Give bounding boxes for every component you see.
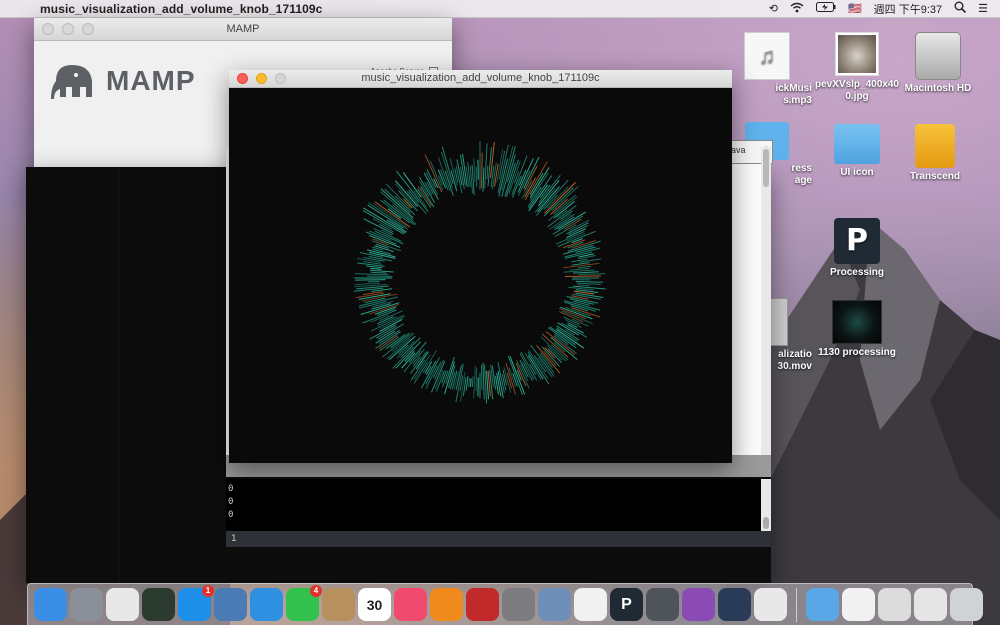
itunes-icon[interactable] [394,588,427,621]
desktop-icon-label: 1130 processing [818,347,896,358]
console-line: 0 [228,484,234,494]
mamp-logo: MAMP [50,61,196,101]
menu-bar-extras: ⟲ 🇺🇸 週四 下午9:37 ☰ [769,1,1000,17]
zoom-button[interactable] [275,73,286,84]
console-scrollbar-thumb[interactable] [763,517,769,529]
github-icon[interactable] [682,588,715,621]
desktop-icon-label: pevXVslp_400x40 0.jpg [815,79,899,102]
folder-icon [834,124,880,164]
notification-badge: 1 [202,585,214,597]
window-controls [237,73,286,84]
window-title: music_visualization_add_volume_knob_1711… [361,72,600,84]
window-title: MAMP [226,23,260,35]
contacts-icon[interactable] [322,588,355,621]
mamp-elephant-icon [51,65,92,99]
battery-icon[interactable] [815,2,836,15]
zoom-button[interactable] [82,23,94,35]
photo-booth-icon[interactable] [466,588,499,621]
minimize-button[interactable] [256,73,267,84]
music-file-icon: ♫ [744,32,790,80]
active-app-name[interactable]: music_visualization_add_volume_knob_1711… [40,2,322,16]
menu-bar: music_visualization_add_volume_knob_1711… [0,0,1000,18]
rocket-icon[interactable] [70,588,103,621]
image-file-icon [835,32,879,76]
desktop-icon-label: Macintosh HD [904,83,972,94]
input-source-flag-icon[interactable]: 🇺🇸 [848,2,862,15]
desktop-icon-label: Transcend [909,171,961,182]
dashboard-icon[interactable] [142,588,175,621]
preview-icon[interactable] [538,588,571,621]
sketch-window: music_visualization_add_volume_knob_1711… [229,70,732,463]
spotlight-search-icon[interactable] [954,1,967,16]
console-line: 0 [228,497,234,507]
ibooks-icon[interactable] [430,588,463,621]
close-button[interactable] [237,73,248,84]
status-bar: 1 [226,531,771,547]
sketch-title-bar[interactable]: music_visualization_add_volume_knob_1711… [229,70,732,88]
editor-scrollbar[interactable] [761,147,771,465]
desktop-icon-music-file[interactable]: ♫ ickMusi s.mp3 [722,32,812,107]
stack-icon[interactable] [914,588,947,621]
calendar-icon[interactable]: 30 [358,588,391,621]
desktop-icon-video-thumbnail[interactable]: 1130 processing [812,300,902,359]
document-icon[interactable] [842,588,875,621]
mamp-elephant-icon[interactable] [646,588,679,621]
desktop-icon-transcend[interactable]: Transcend [890,124,980,183]
trash-icon[interactable] [950,588,983,621]
video-thumbnail-icon [832,300,882,344]
line-number: 1 [231,534,237,544]
safari-icon[interactable] [250,588,283,621]
dock-separator [796,587,797,622]
external-drive-icon [915,124,955,168]
console-line: 0 [228,510,234,520]
mode-dropdown-value: ava [731,145,746,155]
console-scrollbar[interactable] [761,479,771,531]
desktop-icon-label: UI icon [840,167,874,178]
desktop-icon-processing[interactable]: P Processing [812,218,902,279]
preview-icon[interactable] [214,588,247,621]
gear-icon[interactable] [502,588,535,621]
minimize-button[interactable] [62,23,74,35]
audio-visualization-canvas [354,141,606,404]
window-controls [42,23,94,35]
quicktime-icon[interactable] [718,588,751,621]
menu-bar-clock[interactable]: 週四 下午9:37 [874,1,942,17]
java-icon[interactable] [754,588,787,621]
hard-drive-icon [915,32,961,80]
console[interactable]: 0 0 0 [226,479,761,531]
photos-icon[interactable] [574,588,607,621]
mamp-title-bar[interactable]: MAMP [34,18,452,41]
mamp-logo-text: MAMP [106,65,196,96]
folder-icon[interactable] [806,588,839,621]
desktop-icon-label: ickMusi s.mp3 [775,83,812,106]
desktop-icon-label: Processing [830,267,884,278]
processing-app-icon[interactable]: P [610,588,643,621]
editor-scrollbar-thumb[interactable] [763,149,769,187]
close-button[interactable] [42,23,54,35]
desktop-icon-image-file[interactable]: pevXVslp_400x40 0.jpg [812,32,902,103]
editor-gutter-divider [118,167,119,583]
notification-center-icon[interactable]: ☰ [978,2,988,15]
time-machine-icon[interactable]: ⟲ [769,2,778,15]
chrome-icon[interactable] [106,588,139,621]
app-store-icon[interactable]: 1 [178,585,214,621]
desktop-icon-macintosh-hd[interactable]: Macintosh HD [893,32,983,95]
finder-icon[interactable] [34,588,67,621]
dock: 1 4 30 P [27,583,983,625]
notification-badge: 4 [310,585,322,597]
facetime-icon[interactable]: 4 [286,585,322,621]
wifi-icon[interactable] [790,2,804,16]
processing-app-icon: P [834,218,880,264]
desktop-icon-ui-icon-folder[interactable]: UI icon [812,124,902,179]
download-stack-icon[interactable] [878,588,911,621]
